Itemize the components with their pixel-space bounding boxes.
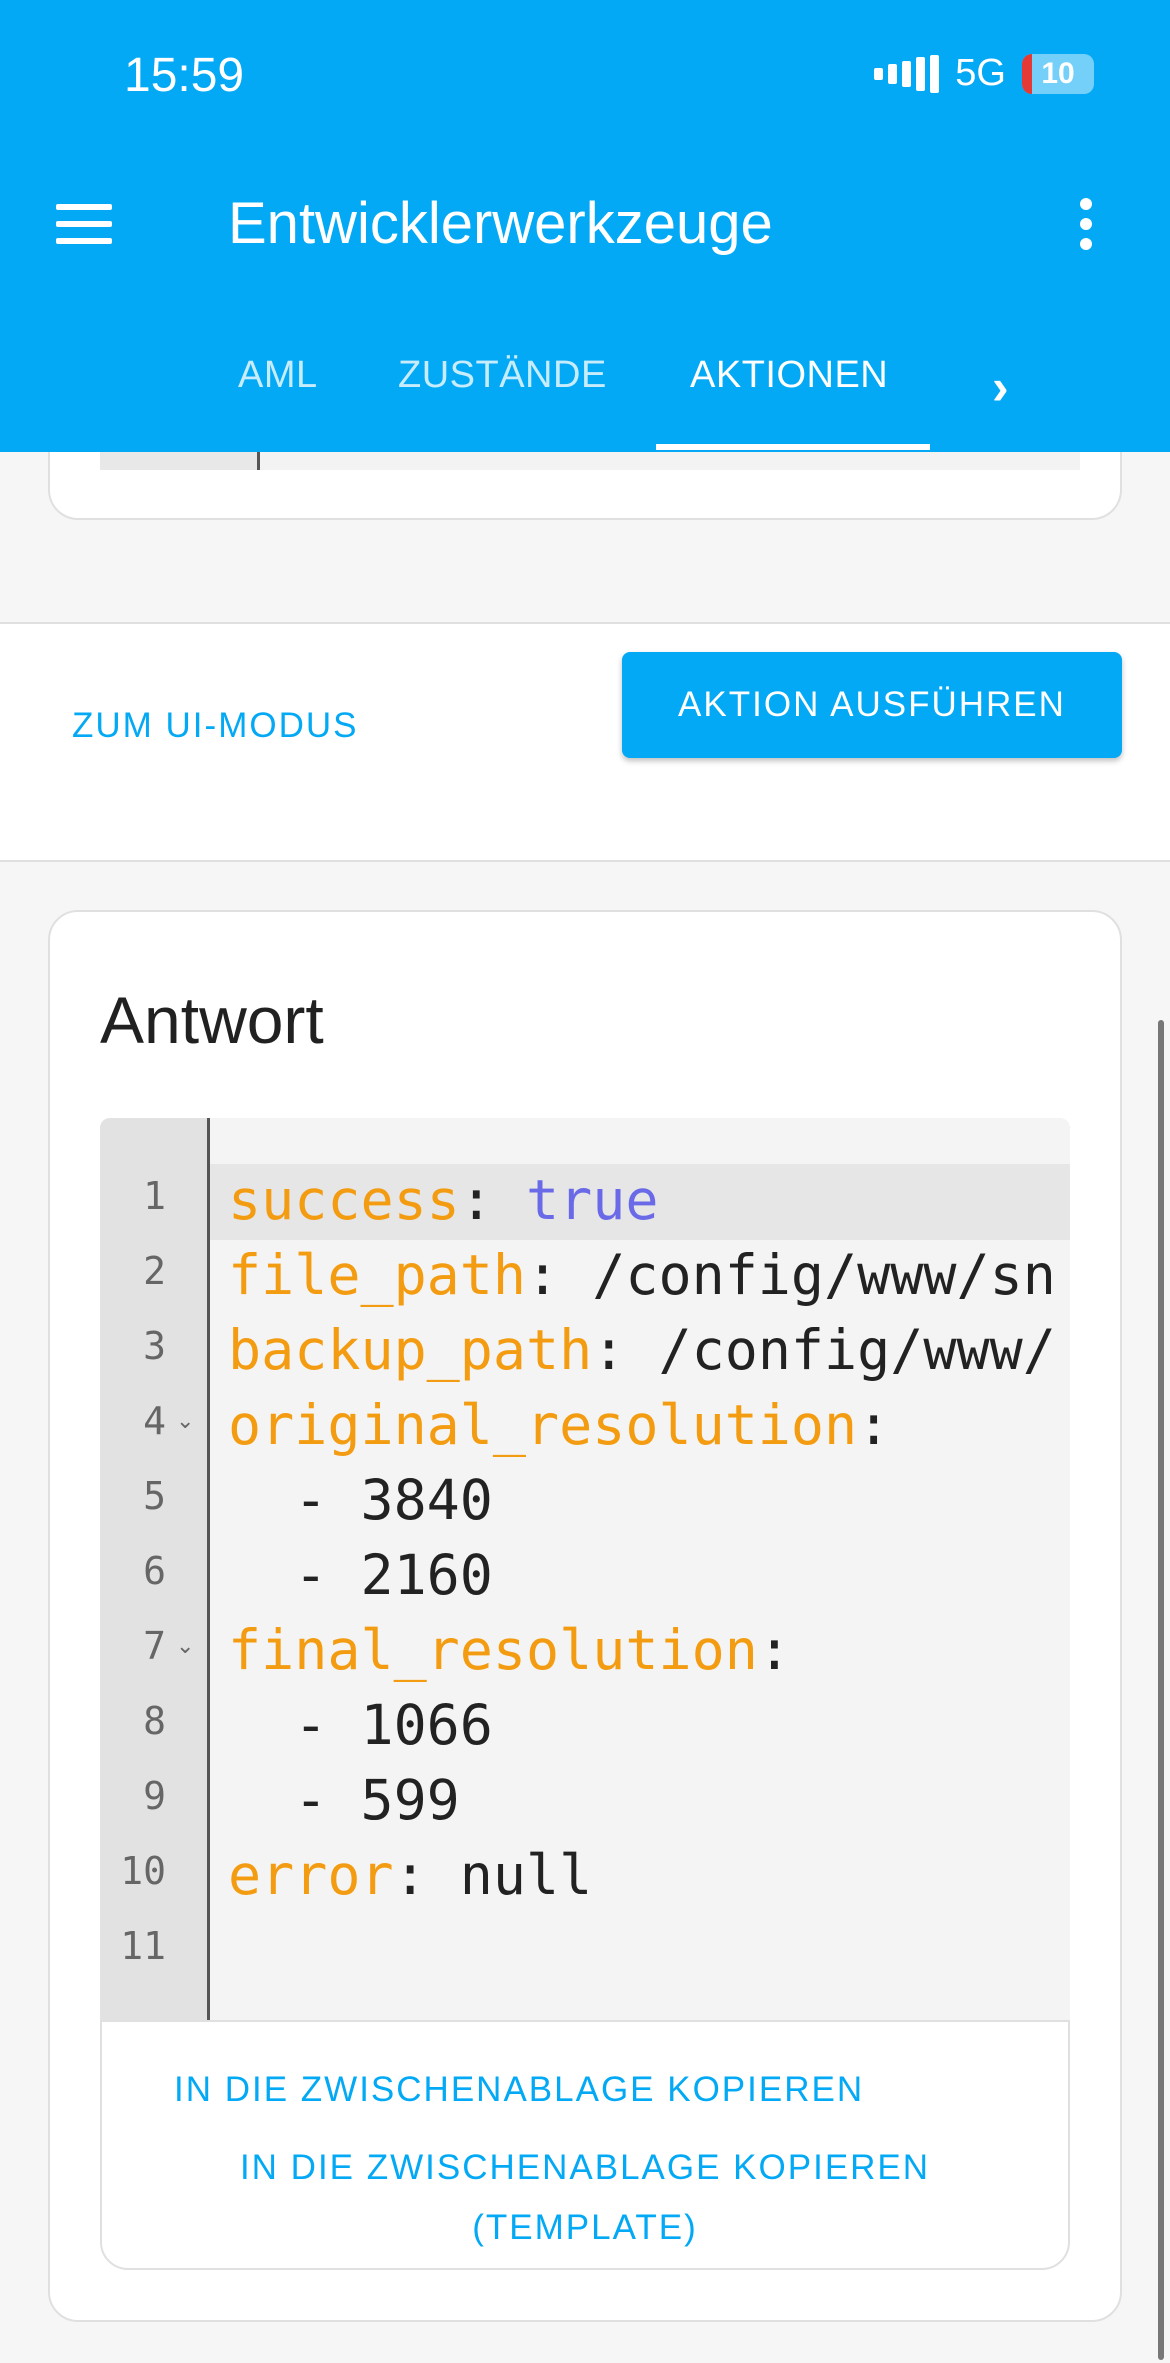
line-number: 11 [120,1924,166,1968]
line-number: 5 [143,1474,166,1518]
battery-level: 10 [1041,56,1075,90]
code-line: success: true [228,1168,659,1232]
line-number: 4 [143,1399,166,1443]
scrollbar[interactable] [1158,1020,1164,2360]
line-number: 10 [120,1849,166,1893]
run-action-button[interactable]: AKTION AUSFÜHREN [622,652,1122,758]
copy-to-clipboard-button[interactable]: IN DIE ZWISCHENABLAGE KOPIEREN [102,2060,1068,2120]
line-number: 1 [143,1174,166,1218]
tab-actions[interactable]: AKTIONEN [690,354,888,397]
battery-icon: 10 [1022,53,1094,94]
action-bar: ZUM UI-MODUS AKTION AUSFÜHREN [0,622,1170,862]
code-line: - 3840 [228,1468,493,1532]
status-time: 15:59 [124,49,245,102]
line-number: 2 [143,1249,166,1293]
code-line: final_resolution: [228,1618,791,1682]
tab-indicator [656,444,930,450]
copy-template-button[interactable]: IN DIE ZWISCHENABLAGE KOPIEREN (TEMPLATE… [102,2138,1068,2258]
fold-chevron-icon[interactable]: ⌄ [176,1408,194,1434]
line-number: 6 [143,1549,166,1593]
more-options-icon[interactable] [1076,198,1096,250]
code-line: original_resolution: [228,1393,891,1457]
response-card: Antwort 1 2 3 4 5 6 7 8 9 10 11 ⌄ ⌄ succ… [48,910,1122,2322]
code-line: - 2160 [228,1543,493,1607]
tab-yaml[interactable]: AML [238,354,318,397]
copy-actions: IN DIE ZWISCHENABLAGE KOPIEREN IN DIE ZW… [100,2020,1070,2270]
line-number: 9 [143,1774,166,1818]
network-type: 5G [955,52,1006,94]
line-number: 8 [143,1699,166,1743]
response-code-editor[interactable]: 1 2 3 4 5 6 7 8 9 10 11 ⌄ ⌄ success: tru… [100,1118,1070,2020]
code-line: error: null [228,1843,593,1907]
app-bar: 15:59 5G 10 Entwicklerwerkzeuge AML ZUST… [0,0,1170,452]
page-title: Entwicklerwerkzeuge [228,191,773,256]
fold-chevron-icon[interactable]: ⌄ [176,1633,194,1659]
status-icons: 5G 10 [874,52,1094,95]
ui-mode-button[interactable]: ZUM UI-MODUS [72,706,358,746]
line-number: 3 [143,1324,166,1368]
tab-states[interactable]: ZUSTÄNDE [398,354,607,397]
line-number: 7 [143,1624,166,1668]
response-title: Antwort [100,983,324,1057]
code-line: - 1066 [228,1693,493,1757]
signal-icon [874,54,940,93]
code-line: backup_path: /config/www/ [228,1318,1056,1382]
chevron-right-icon[interactable]: › [992,358,1009,416]
tab-bar: AML ZUSTÄNDE AKTIONEN › [0,330,1170,452]
menu-icon[interactable] [56,204,112,244]
code-line: - 599 [228,1768,460,1832]
code-line: file_path: /config/www/sn [228,1243,1056,1307]
